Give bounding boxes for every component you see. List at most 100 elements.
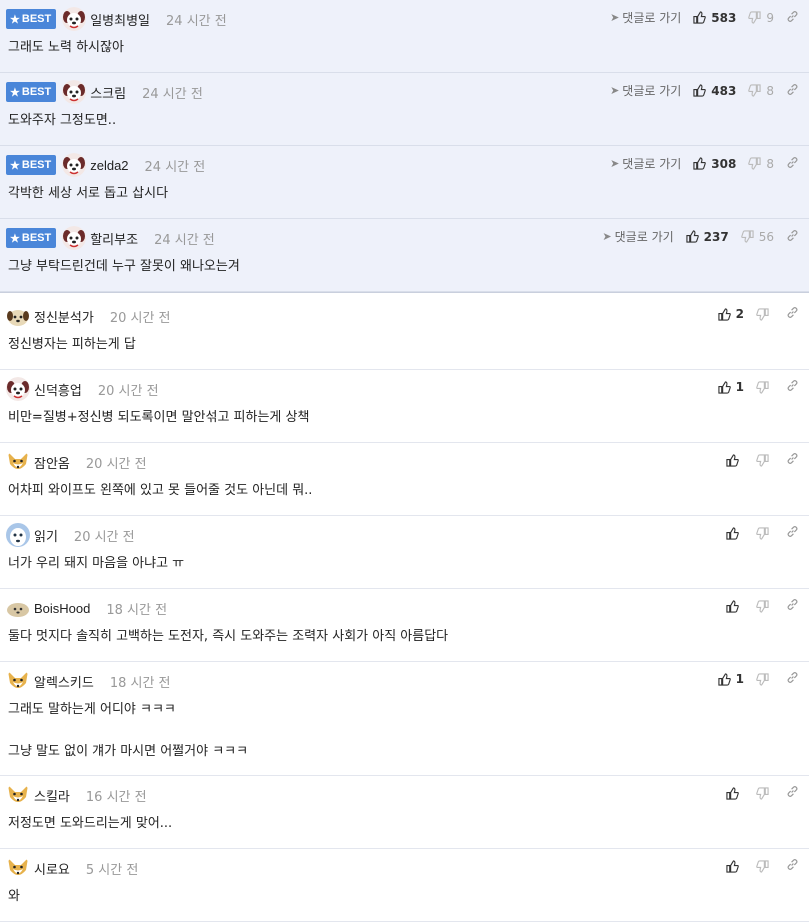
timestamp: 24 시간 전 [144,159,206,175]
avatar[interactable] [6,783,30,807]
comment-body: 그냥 부탁드린건데 누구 잘못이 왜나오는겨 [8,259,240,274]
upvote-button[interactable]: 2 [718,307,744,321]
upvote-button[interactable]: 1 [718,380,744,394]
downvote-count: 8 [766,83,774,98]
goto-comment-link[interactable]: ➤ 댓글로 가기 [610,82,681,99]
comment-body: 정신병자는 피하는게 답 [8,337,136,352]
thumbs-up-icon [693,157,707,170]
downvote-button[interactable]: 9 [748,11,774,25]
star-icon: ★ [10,159,20,172]
comment: 알렉스키드 18 시간 전 1 그래도 말하는게 어디야 ㅋㅋㅋ 그냥 말도 없이… [0,662,809,776]
nickname[interactable]: 알렉스키드 [34,672,94,691]
downvote-count: 56 [758,229,774,244]
comment: 읽기 20 시간 전 너가 우리 돼지 마음을 아냐고 ㅠ [0,516,809,589]
comment-body: 각박한 세상 서로 돕고 삽시다 [8,186,169,201]
link-icon[interactable] [786,306,799,322]
avatar[interactable] [62,7,87,31]
thumbs-up-icon [718,307,731,321]
downvote-count: 9 [766,10,774,25]
best-comment: ★ BEST 일병최병일 24 시간 전 ➤ 댓글로 가기 583 9 그래도 노력… [0,0,809,73]
nickname[interactable]: 일병최병일 [90,10,150,29]
nickname[interactable]: 할리부조 [90,229,138,248]
timestamp: 24 시간 전 [154,232,215,248]
downvote-button[interactable]: 56 [740,229,774,244]
downvote-button[interactable] [756,380,774,394]
upvote-button[interactable]: 583 [693,11,736,25]
upvote-button[interactable]: 483 [693,84,736,98]
avatar[interactable] [6,669,30,693]
comment-body: 도와주자 그정도면.. [8,113,117,128]
thumbs-up-icon [693,84,707,97]
nickname[interactable]: 정신분석가 [34,307,94,326]
nickname[interactable]: 신덕흥업 [34,380,82,399]
timestamp: 20 시간 전 [85,456,147,472]
link-icon[interactable] [786,858,799,874]
link-icon[interactable] [786,10,799,26]
link-icon[interactable] [786,452,799,468]
upvote-button[interactable] [726,599,744,613]
nickname[interactable]: zelda2 [90,158,128,173]
thumbs-down-icon [756,672,769,686]
thumbs-up-icon [726,786,739,800]
downvote-button[interactable] [756,526,774,540]
avatar[interactable] [62,153,87,177]
avatar[interactable] [6,523,30,547]
thumbs-down-icon [748,157,761,170]
upvote-count: 483 [711,83,737,98]
nickname[interactable]: 시로요 [34,859,70,878]
star-icon: ★ [10,232,20,245]
downvote-button[interactable] [756,672,774,686]
downvote-count: 8 [766,156,774,171]
nickname[interactable]: 잠안옴 [34,453,70,472]
goto-comment-link[interactable]: ➤ 댓글로 가기 [610,155,681,172]
nickname[interactable]: 스킬라 [34,786,70,805]
link-icon[interactable] [786,379,799,395]
best-badge: ★ BEST [6,82,57,102]
comment: 잠안옴 20 시간 전 어차피 와이프도 왼쪽에 있고 못 들어줄 것도 아닌데… [0,443,809,516]
best-comment: ★ BEST 스크림 24 시간 전 ➤ 댓글로 가기 483 8 도와주자 그정도… [0,73,809,146]
upvote-button[interactable] [726,526,744,540]
goto-comment-link[interactable]: ➤ 댓글로 가기 [610,9,681,26]
downvote-button[interactable] [756,599,774,613]
downvote-button[interactable] [756,859,774,873]
comment-list: ★ BEST 일병최병일 24 시간 전 ➤ 댓글로 가기 583 9 그래도 노력… [0,0,809,922]
upvote-button[interactable]: 237 [686,230,729,244]
send-icon: ➤ [610,157,620,170]
nickname[interactable]: 스크림 [90,83,126,102]
downvote-button[interactable] [756,786,774,800]
upvote-button[interactable]: 1 [718,672,744,686]
upvote-button[interactable] [726,859,744,873]
goto-comment-link[interactable]: ➤ 댓글로 가기 [602,228,673,245]
downvote-button[interactable] [756,453,774,467]
downvote-button[interactable]: 8 [748,157,774,171]
link-icon[interactable] [786,598,799,614]
thumbs-up-icon [726,859,739,873]
downvote-button[interactable]: 8 [748,84,774,98]
timestamp: 24 시간 전 [142,86,203,102]
link-icon[interactable] [786,525,799,541]
avatar[interactable] [6,450,30,474]
comment: 정신분석가 20 시간 전 2 정신병자는 피하는게 답 [0,297,809,370]
comment-body: 그래도 말하는게 어디야 ㅋㅋㅋ 그냥 말도 없이 걔가 마시면 어쩔거야 ㅋㅋㅋ [8,702,249,759]
link-icon[interactable] [786,785,799,801]
nickname[interactable]: BoisHood [34,601,90,616]
upvote-button[interactable] [726,786,744,800]
link-icon[interactable] [786,156,799,172]
thumbs-up-icon [718,672,731,686]
upvote-button[interactable] [726,453,744,467]
upvote-count: 237 [703,229,729,244]
link-icon[interactable] [786,83,799,99]
avatar[interactable] [6,304,30,328]
thumbs-down-icon [740,230,754,243]
link-icon[interactable] [786,229,799,245]
nickname[interactable]: 읽기 [34,526,58,545]
upvote-button[interactable]: 308 [693,157,736,171]
avatar[interactable] [6,856,30,880]
downvote-button[interactable] [756,307,774,321]
link-icon[interactable] [786,671,799,687]
avatar[interactable] [62,226,87,250]
avatar[interactable] [6,596,30,620]
avatar[interactable] [62,80,87,104]
comment-body: 둘다 멋지다 솔직히 고백하는 도전자, 즉시 도와주는 조력자 사회가 아직 … [8,629,449,644]
avatar[interactable] [6,377,30,401]
